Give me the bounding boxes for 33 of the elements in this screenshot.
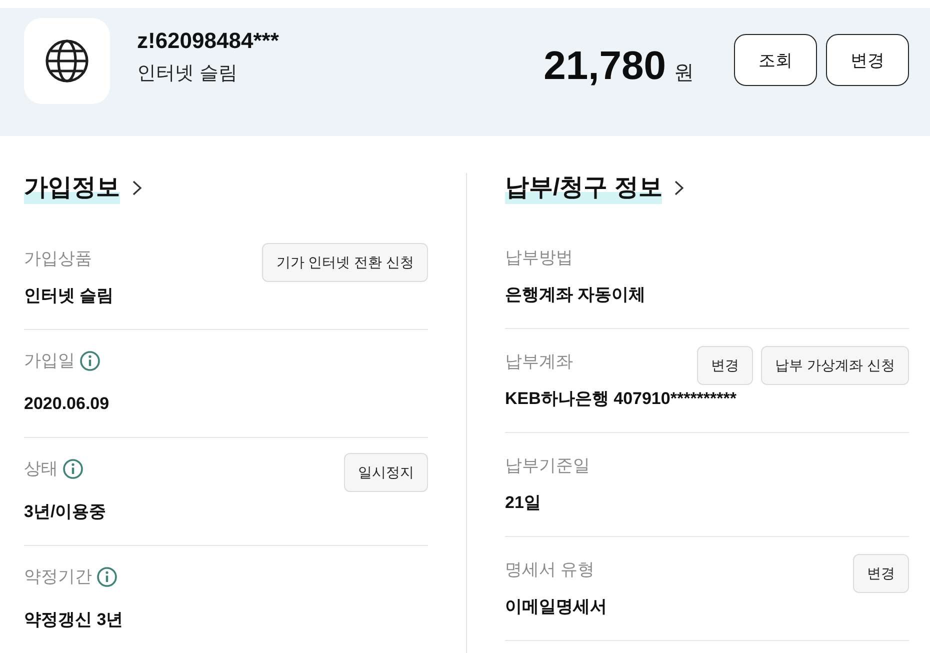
- info-icon[interactable]: [80, 351, 100, 371]
- action-button[interactable]: 납부 가상계좌 신청: [761, 346, 909, 385]
- field-label: 납부방법: [505, 247, 573, 269]
- field-value: 은행계좌 자동이체: [505, 284, 646, 306]
- field-label: 납부기준일: [505, 455, 590, 477]
- header-button[interactable]: 변경: [826, 34, 909, 86]
- field-value: 약정갱신 3년: [24, 609, 124, 631]
- action-button[interactable]: 변경: [853, 554, 909, 593]
- chevron-right-icon: [132, 180, 142, 196]
- field-label: 가입일: [24, 350, 75, 372]
- field-label: 납부계좌: [505, 351, 573, 373]
- field-value: KEB하나은행 407910**********: [505, 388, 737, 410]
- field-label: 상태: [24, 458, 58, 480]
- bill-amount: 21,780: [544, 43, 666, 90]
- info-icon[interactable]: [63, 459, 83, 479]
- field-label: 가입상품: [24, 248, 92, 270]
- globe-icon: [24, 18, 110, 104]
- header-button[interactable]: 조회: [734, 34, 817, 86]
- currency-unit: 원: [674, 61, 694, 86]
- chevron-right-icon: [674, 180, 684, 196]
- account-number: z!62098484***: [137, 27, 279, 55]
- field-value: 인터넷 슬림: [24, 285, 114, 307]
- action-button[interactable]: 기가 인터넷 전환 신청: [262, 243, 428, 282]
- action-button[interactable]: 일시정지: [344, 453, 428, 492]
- info-icon[interactable]: [97, 567, 117, 587]
- field-value: 3년/이용중: [24, 501, 106, 523]
- field-value: 21일: [505, 492, 541, 514]
- product-name: 인터넷 슬림: [137, 62, 238, 86]
- field-value: 이메일명세서: [505, 596, 607, 618]
- field-label: 명세서 유형: [505, 559, 595, 581]
- field-value: 2020.06.09: [24, 393, 110, 415]
- field-label: 약정기간: [24, 566, 92, 588]
- action-button[interactable]: 변경: [697, 346, 754, 385]
